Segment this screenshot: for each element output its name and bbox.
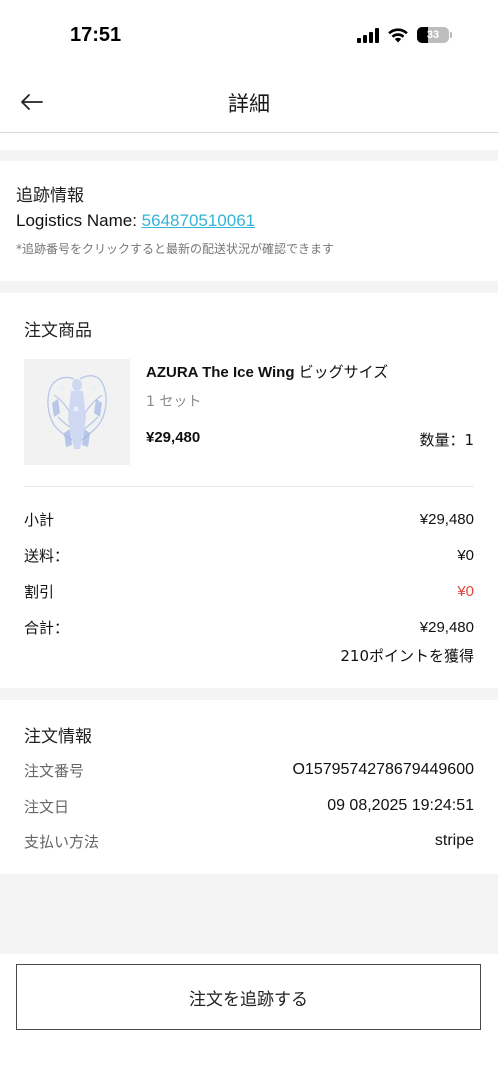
product-name-en: AZURA The Ice Wing — [146, 364, 299, 381]
order-info-title: 注文情報 — [24, 727, 92, 747]
total-label: 合計： — [24, 618, 70, 637]
order-number-row: 注文番号 O1579574278679449600 — [24, 758, 474, 782]
status-time: 17:51 — [70, 24, 122, 46]
product-image — [24, 359, 130, 465]
order-number-label: 注文番号 — [24, 761, 85, 780]
subtotal-value: ¥29,480 — [419, 510, 474, 528]
status-icons: 33 — [357, 27, 452, 43]
shipping-row: 送料： ¥0 — [24, 543, 474, 567]
shipping-value: ¥0 — [457, 546, 474, 564]
product-price: ¥29,480 — [146, 429, 201, 446]
page-title: 詳細 — [228, 92, 270, 116]
logistics-line: Logistics Name: 564870510061 — [16, 209, 482, 233]
discount-value: ¥0 — [457, 582, 474, 600]
wifi-icon — [388, 28, 408, 43]
discount-row: 割引 ¥0 — [24, 579, 474, 603]
section-gap — [0, 688, 498, 700]
order-date-label: 注文日 — [24, 797, 70, 816]
track-order-button[interactable]: 注文を追跡する — [16, 964, 481, 1030]
tracking-section: 追跡情報 Logistics Name: 564870510061 *追跡番号を… — [0, 161, 498, 281]
payment-method-label: 支払い方法 — [24, 832, 100, 851]
tracking-title: 追跡情報 — [16, 186, 84, 206]
order-number-value: O1579574278679449600 — [292, 761, 474, 778]
tracking-note: *追跡番号をクリックすると最新の配送状況が確認できます — [16, 242, 335, 256]
total-value: ¥29,480 — [419, 618, 474, 636]
tracking-number-link[interactable]: 564870510061 — [142, 211, 255, 230]
order-date-value: 09 08,2025 19:24:51 — [327, 797, 474, 814]
product-name-jp: ビッグサイズ — [298, 363, 389, 381]
payment-method-value: stripe — [434, 832, 474, 849]
logistics-label: Logistics Name: — [16, 211, 142, 230]
payment-method-row: 支払い方法 stripe — [24, 829, 474, 853]
order-date-row: 注文日 09 08,2025 19:24:51 — [24, 794, 474, 818]
product-quantity: 数量：1 — [419, 431, 474, 449]
total-row: 合計： ¥29,480 — [24, 615, 474, 639]
product-set-label: 1 セット — [146, 394, 202, 410]
product-item[interactable]: AZURA The Ice Wing ビッグサイズ 1 セット ¥29,480 … — [24, 359, 474, 467]
section-gap — [0, 150, 498, 161]
battery-icon: 33 — [417, 27, 452, 43]
order-info-section: 注文情報 注文番号 O1579574278679449600 注文日 09 08… — [0, 700, 498, 874]
status-bar: 17:51 33 — [0, 0, 498, 72]
footer: 注文を追跡する — [0, 954, 498, 1080]
nav-bar: 詳細 — [0, 72, 498, 133]
divider — [24, 486, 474, 487]
subtotal-row: 小計 ¥29,480 — [24, 507, 474, 531]
battery-level: 33 — [426, 29, 440, 41]
cellular-signal-icon — [357, 27, 379, 43]
shipping-label: 送料： — [24, 546, 70, 565]
discount-label: 割引 — [24, 582, 55, 601]
bottom-spacer — [0, 874, 498, 954]
order-items-title: 注文商品 — [24, 321, 92, 341]
subtotal-label: 小計 — [24, 510, 55, 529]
section-gap — [0, 281, 498, 293]
points-earned: 210ポイントを獲得 — [340, 647, 474, 665]
product-name: AZURA The Ice Wing ビッグサイズ — [146, 361, 388, 382]
product-figure-image — [47, 375, 107, 449]
order-items-section: 注文商品 AZURA The Ice Wing ビッグサイズ 1 セット ¥29… — [0, 293, 498, 688]
